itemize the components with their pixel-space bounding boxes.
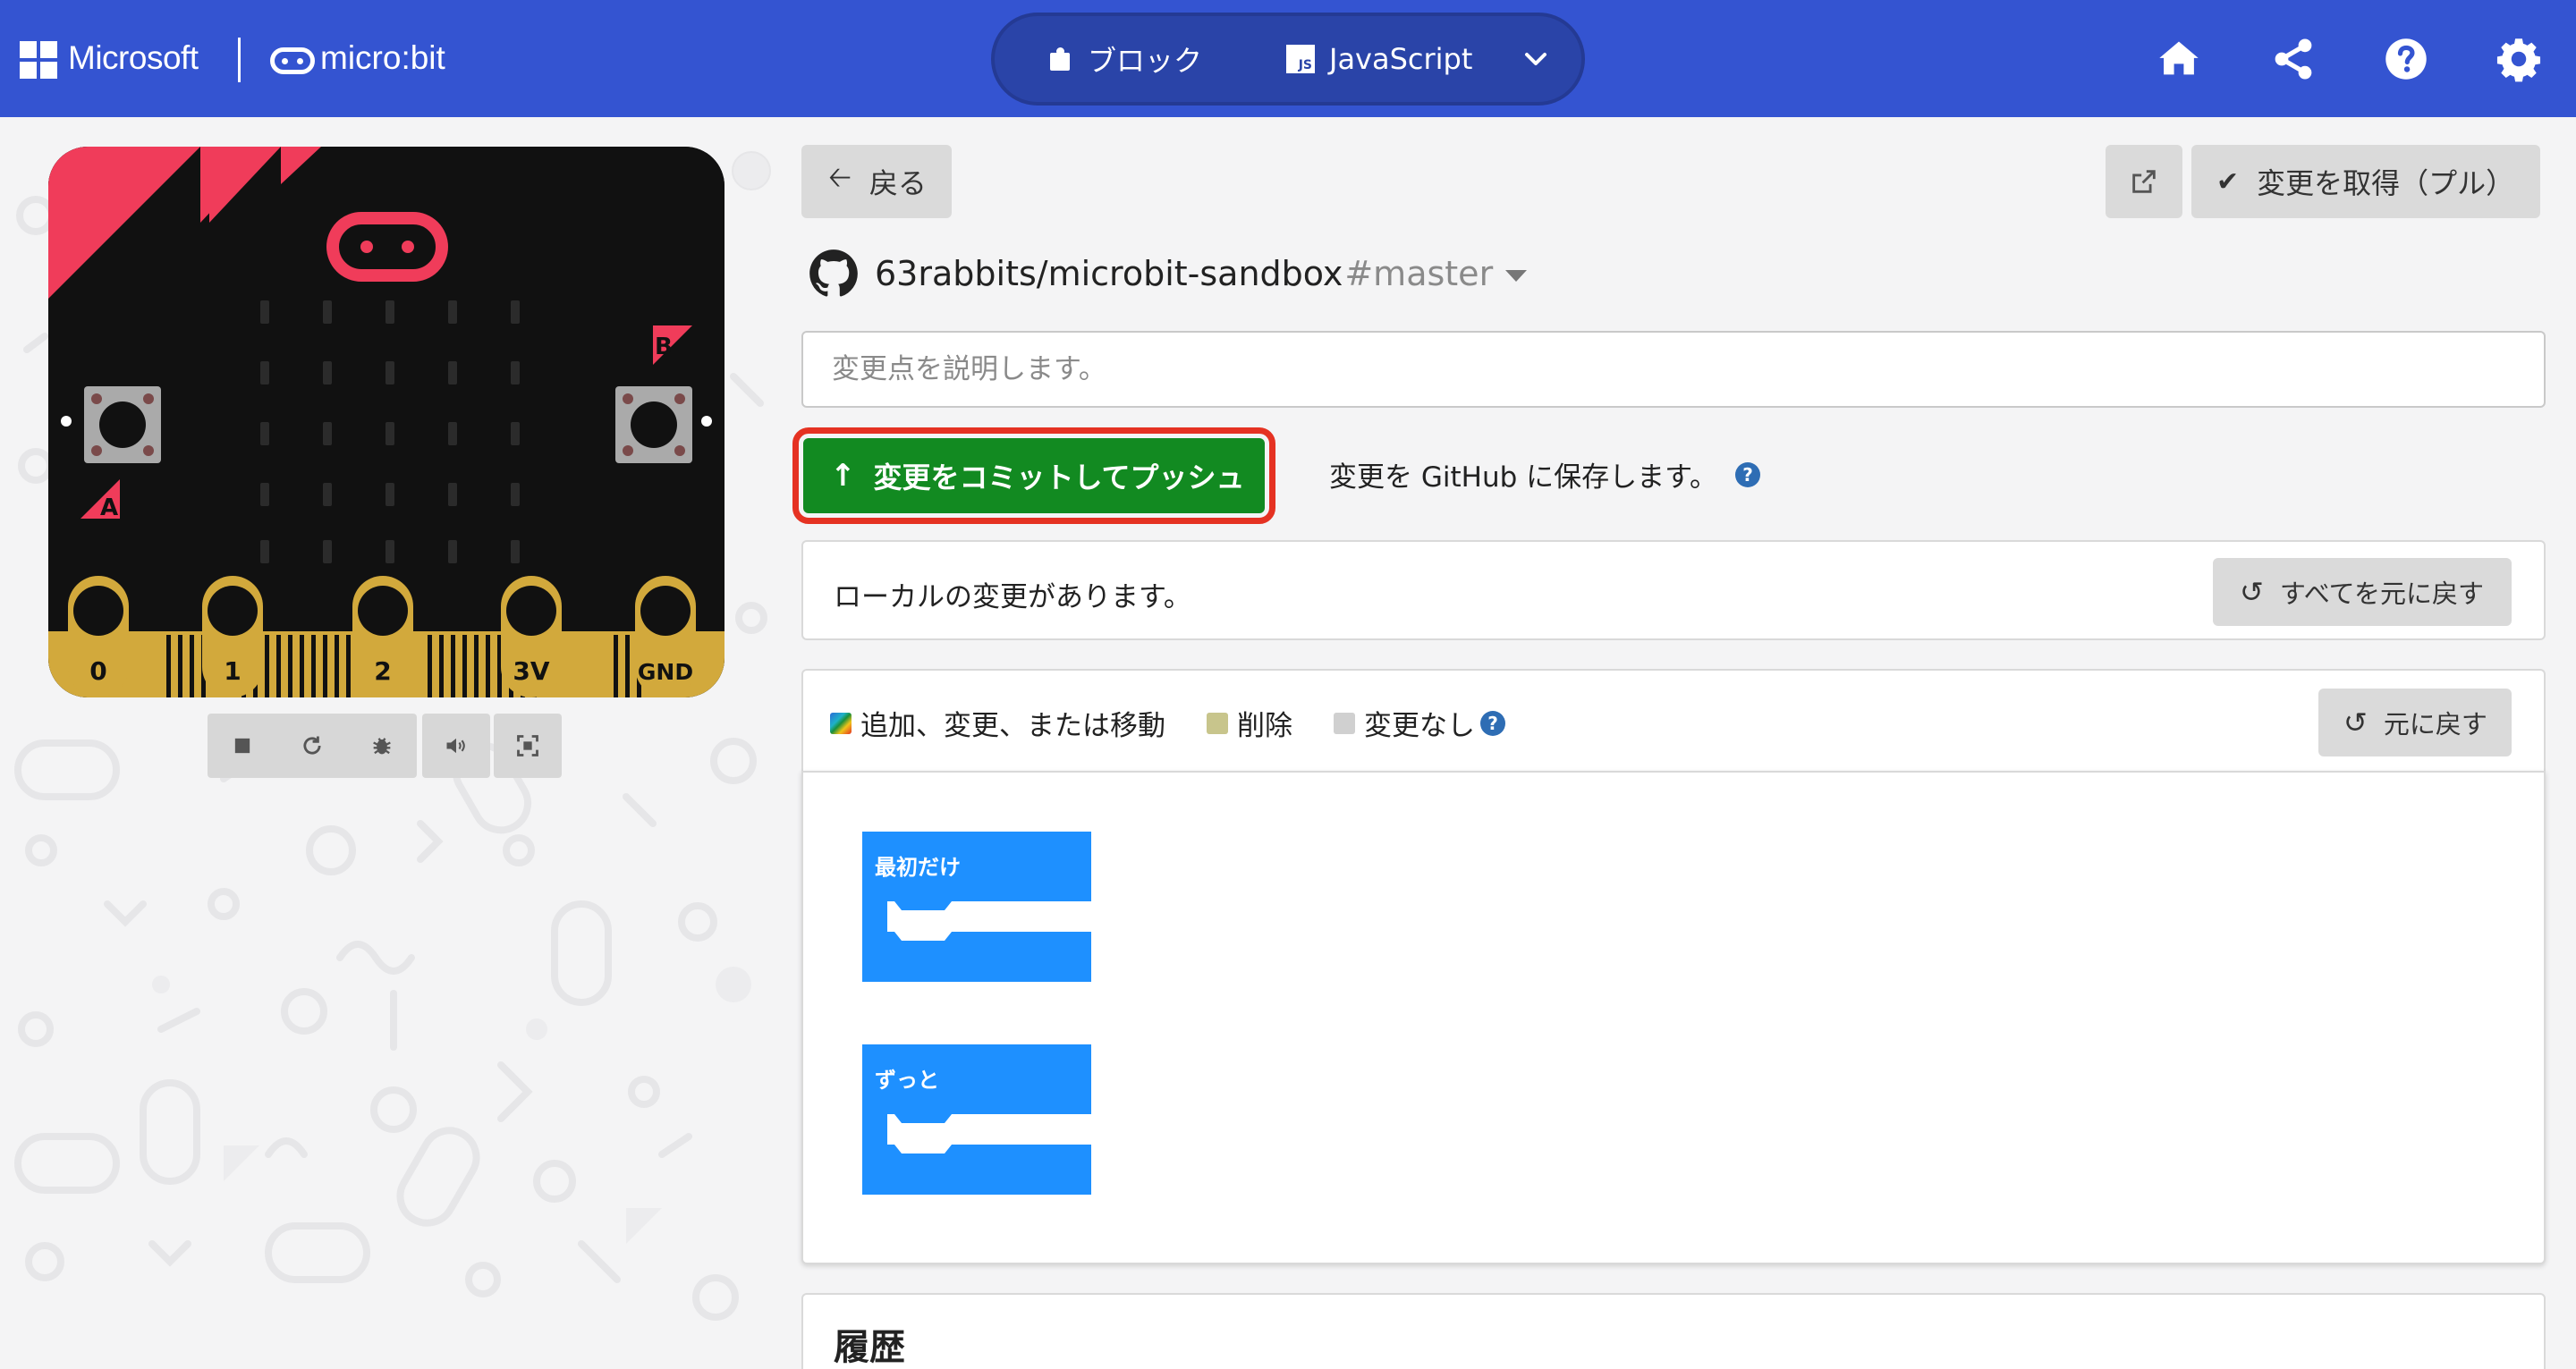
github-icon <box>809 249 858 297</box>
settings-icon <box>2496 38 2541 82</box>
home-button[interactable] <box>2156 36 2202 82</box>
pull-changes-button[interactable]: ✔ 変更を取得（プル） <box>2191 145 2540 218</box>
forever-label: ずっと <box>875 1068 939 1093</box>
local-changes-text: ローカルの変更があります。 <box>834 581 1191 613</box>
pin-1-label: 1 <box>224 656 241 686</box>
help-button[interactable] <box>2383 36 2429 82</box>
added-swatch-icon <box>830 712 852 734</box>
share-icon <box>2275 38 2312 80</box>
pin-0-label: 0 <box>89 656 106 686</box>
commit-description-input[interactable] <box>801 331 2546 408</box>
deleted-swatch-icon <box>1207 712 1228 734</box>
arrow-up-icon: ↑ <box>830 458 856 494</box>
undo-icon: ↺ <box>2343 706 2368 739</box>
commit-and-push-button[interactable]: ↑ 変更をコミットしてプッシュ <box>803 438 1265 513</box>
pin-3v-label: 3V <box>513 656 549 686</box>
settings-button[interactable] <box>2496 36 2542 82</box>
branch-name[interactable]: #master <box>1344 254 1493 293</box>
restart-button[interactable] <box>277 714 347 778</box>
home-icon <box>2159 41 2199 75</box>
legend-added: 追加、変更、または移動 <box>860 710 1165 742</box>
simulator-panel: A B 0 1 2 3V GND <box>0 117 778 1369</box>
revert-label: 元に戻す <box>2383 709 2487 739</box>
javascript-mode-button[interactable]: JS JavaScript <box>1286 16 1472 102</box>
save-note-text: 変更を GitHub に保存します。 <box>1329 461 1718 494</box>
microbit-brand[interactable]: micro:bit <box>320 39 445 77</box>
mode-dropdown-button[interactable] <box>1522 16 1549 102</box>
on-start-label: 最初だけ <box>875 855 961 880</box>
microbit-board[interactable]: A B 0 1 2 3V GND <box>48 147 724 697</box>
undo-icon: ↺ <box>2240 575 2264 609</box>
javascript-mode-label: JavaScript <box>1329 42 1473 76</box>
legend-help-icon[interactable]: ? <box>1480 710 1505 736</box>
branch-caret-down-icon[interactable] <box>1505 269 1528 282</box>
back-label: 戻る <box>869 166 927 200</box>
mute-button[interactable] <box>422 714 490 778</box>
save-note: 変更を GitHub に保存します。 ? <box>1329 454 1761 494</box>
on-start-block[interactable]: 最初だけ <box>862 832 1095 987</box>
repo-name[interactable]: 63rabbits/microbit-sandbox <box>875 254 1343 293</box>
debug-button[interactable] <box>347 714 417 778</box>
repo-header: 63rabbits/microbit-sandbox #master <box>809 249 1528 299</box>
stop-button[interactable] <box>208 714 277 778</box>
microbit-board-graphic: A B 0 1 2 3V GND <box>48 147 724 697</box>
diff-legend: 追加、変更、または移動 削除 変更なし ? <box>830 703 1505 743</box>
pull-label: 変更を取得（プル） <box>2257 166 2515 200</box>
blocks-diff-area: 最初だけ ずっと <box>801 771 2546 1264</box>
microsoft-brand: Microsoft <box>68 39 199 76</box>
check-icon: ✔ <box>2216 165 2240 198</box>
brand-divider <box>238 38 241 82</box>
chevron-down-icon <box>1525 53 1546 65</box>
back-button[interactable]: 🡠 戻る <box>801 145 952 218</box>
legend-deleted: 削除 <box>1237 710 1292 742</box>
revert-all-button[interactable]: ↺ すべてを元に戻す <box>2213 558 2512 626</box>
fullscreen-button[interactable] <box>494 714 562 778</box>
save-help-icon[interactable]: ? <box>1735 461 1761 487</box>
stop-icon <box>234 738 250 754</box>
history-card: 履歴 <box>801 1293 2546 1369</box>
editor-mode-switcher: ブロック JS JavaScript <box>991 13 1585 106</box>
restart-icon <box>303 736 321 755</box>
revert-button[interactable]: ↺ 元に戻す <box>2318 689 2512 756</box>
js-icon: JS <box>1286 45 1315 73</box>
blocks-mode-button[interactable]: ブロック <box>1050 16 1202 102</box>
debug-icon <box>373 738 391 755</box>
microsoft-logo-icon <box>20 41 57 79</box>
revert-all-label: すべてを元に戻す <box>2279 579 2485 609</box>
commit-label: 変更をコミットしてプッシュ <box>873 461 1245 494</box>
blocks-mode-label: ブロック <box>1088 44 1203 78</box>
history-title: 履歴 <box>834 1327 905 1368</box>
arrow-left-icon: 🡠 <box>828 160 852 194</box>
open-external-button[interactable] <box>2106 145 2182 218</box>
fullscreen-icon <box>517 735 538 756</box>
share-button[interactable] <box>2270 36 2317 82</box>
pin-gnd-label: GND <box>638 659 693 685</box>
puzzle-icon <box>1050 47 1070 71</box>
top-bar: Microsoft micro:bit ブロック JS JavaScript <box>0 0 2576 117</box>
microbit-logo-icon[interactable] <box>270 47 315 74</box>
help-icon <box>2385 38 2427 80</box>
unchanged-swatch-icon <box>1334 712 1355 734</box>
external-link-icon <box>2132 170 2156 193</box>
forever-block[interactable]: ずっと <box>862 1044 1095 1200</box>
pin-2-label: 2 <box>374 656 391 686</box>
button-b-label: B <box>655 334 673 360</box>
button-a-label: A <box>100 494 118 521</box>
legend-unchanged: 変更なし <box>1364 710 1475 742</box>
mute-icon <box>446 738 465 754</box>
